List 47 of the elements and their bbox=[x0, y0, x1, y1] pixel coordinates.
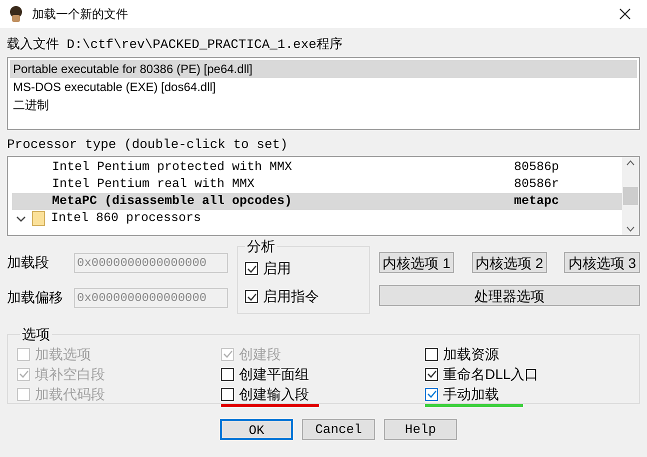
field-label: 加载段 bbox=[7, 253, 50, 272]
checkbox[interactable] bbox=[221, 388, 234, 400]
checkbox-label[interactable]: 加载资源 bbox=[443, 344, 499, 364]
checkmark-icon bbox=[246, 292, 256, 302]
scroll-up-icon[interactable] bbox=[626, 160, 635, 166]
checkmark-icon bbox=[426, 369, 436, 379]
checkmark-icon bbox=[222, 349, 232, 359]
checkbox[interactable] bbox=[425, 348, 438, 360]
group-title: 选项 bbox=[21, 325, 51, 344]
checkbox-label[interactable]: 启用 bbox=[263, 258, 291, 279]
kernel-options-button[interactable]: 内核选项 3 bbox=[564, 252, 640, 273]
checkbox[interactable] bbox=[425, 368, 438, 380]
chevron-icon[interactable] bbox=[16, 214, 26, 224]
folder-icon bbox=[32, 211, 45, 226]
dialog-button[interactable]: Help bbox=[384, 419, 457, 440]
checkbox[interactable] bbox=[245, 290, 258, 303]
checkbox-label[interactable]: 重命名DLL入口 bbox=[443, 364, 539, 384]
scroll-thumb[interactable] bbox=[623, 187, 638, 205]
kernel-options-button[interactable]: 内核选项 2 bbox=[472, 252, 548, 273]
kernel-options-button[interactable]: 内核选项 1 bbox=[378, 252, 454, 273]
checkbox-label[interactable]: 启用指令 bbox=[263, 286, 319, 307]
group-title: 分析 bbox=[246, 237, 276, 256]
field-label: 加载偏移 bbox=[7, 288, 64, 307]
checkmark-icon bbox=[18, 369, 28, 379]
checkmark-icon bbox=[246, 264, 256, 274]
checkbox[interactable] bbox=[221, 368, 234, 380]
processor-group[interactable]: Intel 860 processors bbox=[51, 209, 202, 228]
app-icon bbox=[8, 5, 24, 23]
close-icon[interactable] bbox=[619, 8, 631, 20]
checkbox[interactable] bbox=[245, 262, 258, 275]
processor-item[interactable]: Intel Pentium real with MMX 80586r bbox=[12, 176, 622, 193]
dialog-button[interactable]: OK bbox=[220, 419, 293, 440]
scroll-down-icon[interactable] bbox=[626, 226, 635, 232]
checkbox-label[interactable]: 创建输入段 bbox=[239, 384, 309, 404]
checkbox-label[interactable]: 创建平面组 bbox=[239, 364, 309, 384]
loader-item[interactable]: Portable executable for 80386 (PE) [pe64.dll] bbox=[10, 60, 637, 78]
checkbox-label[interactable]: 手动加载 bbox=[443, 384, 499, 404]
scrollbar[interactable] bbox=[622, 157, 639, 235]
processor-label: Processor type (double-click to set) bbox=[7, 136, 289, 154]
loader-item[interactable]: 二进制 bbox=[10, 96, 637, 114]
processor-item[interactable]: MetaPC (disassemble all opcodes) metapc bbox=[12, 193, 622, 210]
processor-options-button[interactable]: 处理器选项 bbox=[378, 285, 640, 306]
file-label: 载入文件 D:\ctf\rev\PACKED_PRACTICA_1.exe程序 bbox=[7, 36, 344, 54]
window-title: 加载一个新的文件 bbox=[32, 6, 128, 23]
loader-item[interactable]: MS-DOS executable (EXE) [dos64.dll] bbox=[10, 78, 637, 96]
processor-item[interactable]: Intel Pentium protected with MMX 80586p bbox=[12, 159, 622, 176]
dialog-button[interactable]: Cancel bbox=[302, 419, 375, 440]
